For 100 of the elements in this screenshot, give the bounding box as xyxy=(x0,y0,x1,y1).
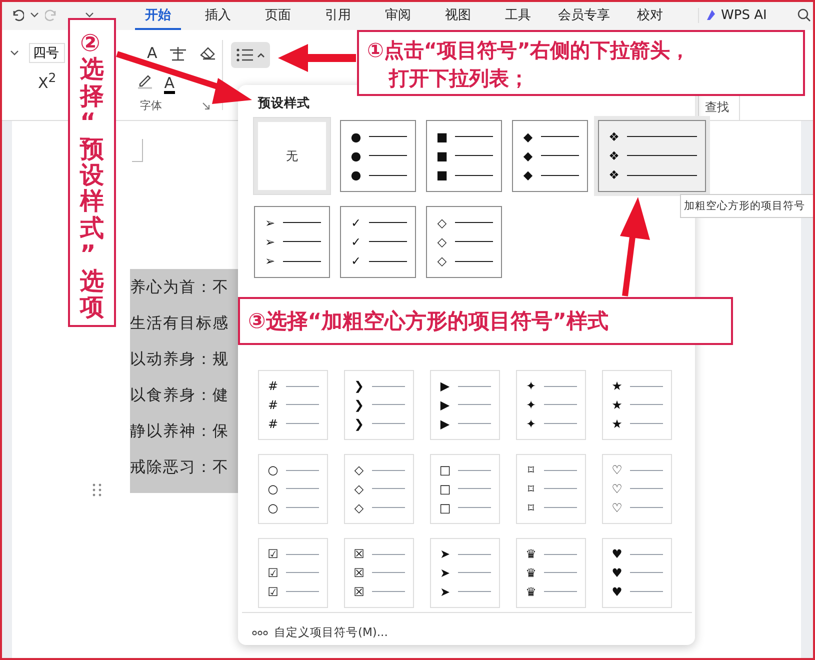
no-bullet-option[interactable]: 无 xyxy=(254,118,330,194)
bullet-style-option[interactable]: ◇ ◇ ◇ xyxy=(426,206,502,278)
bullet-style-option[interactable]: ➤ ➤ ➤ xyxy=(430,538,500,608)
bullet-style-option[interactable]: ✦ ✦ ✦ xyxy=(516,370,586,440)
paragraph-text: 戒除恶习：不 xyxy=(130,457,230,478)
caret-up-icon xyxy=(257,52,265,58)
bullet-style-option[interactable]: ♡ ♡ ♡ xyxy=(602,454,672,524)
bullet-style-option[interactable]: ✓ ✓ ✓ xyxy=(340,206,416,278)
bullet-style-option[interactable]: ⌑ ⌑ ⌑ xyxy=(516,454,586,524)
bullet-glyph: ✦ xyxy=(524,398,538,412)
bullet-glyph: ➤ xyxy=(438,566,452,580)
bullet-glyph: ❯ xyxy=(352,398,366,412)
bullet-glyph: ● xyxy=(350,168,362,182)
bullet-style-option[interactable]: ★ ★ ★ xyxy=(602,370,672,440)
ribbon-tab[interactable]: 工具 xyxy=(488,0,548,30)
bullet-list-button[interactable] xyxy=(231,42,270,68)
ribbon-tab[interactable]: 插入 xyxy=(188,0,248,30)
bullet-style-option[interactable]: □ □ □ xyxy=(430,454,500,524)
callout-box: ①点击“项目符号”右侧的下拉箭头， 打开下拉列表； xyxy=(357,30,805,96)
bullet-glyph: ✦ xyxy=(524,379,538,394)
bullet-style-option[interactable]: ◇ ◇ ◇ xyxy=(344,454,414,524)
eraser-icon[interactable] xyxy=(199,46,218,60)
customize-menu-icon[interactable] xyxy=(85,12,94,18)
search-icon[interactable] xyxy=(797,8,811,22)
bullet-glyph: ➢ xyxy=(264,216,276,230)
bullet-glyph: ◆ xyxy=(522,130,534,144)
bullet-style-option[interactable]: ☑ ☑ ☑ xyxy=(258,538,328,608)
bullet-glyph: ✓ xyxy=(350,234,362,249)
bullet-glyph: ➤ xyxy=(438,584,452,599)
ribbon-tab[interactable]: 页面 xyxy=(248,0,308,30)
bullet-glyph: ❯ xyxy=(352,416,366,431)
bullet-glyph: ◇ xyxy=(353,482,365,496)
bullet-glyph: ☑ xyxy=(266,584,280,599)
bullet-glyph: ● xyxy=(350,130,362,144)
bullet-style-option[interactable]: ➢ ➢ ➢ xyxy=(254,206,330,278)
bullet-style-option[interactable]: ○ ○ ○ xyxy=(258,454,328,524)
callout-box: ③选择“加粗空心方形的项目符号”样式 xyxy=(238,297,733,345)
tooltip: 加粗空心方形的项目符号 xyxy=(680,194,815,218)
bullet-glyph: ▶ xyxy=(439,398,451,412)
bullet-glyph: ■ xyxy=(435,130,449,144)
ribbon-tab[interactable]: 会员专享 xyxy=(548,0,620,30)
bullet-glyph: ◇ xyxy=(436,254,448,268)
bullet-glyph: ◇ xyxy=(353,463,365,478)
font-name-dropdown-icon[interactable] xyxy=(10,50,19,56)
ribbon-tab[interactable]: 审阅 xyxy=(368,0,428,30)
bullet-style-option[interactable]: ♥ ♥ ♥ xyxy=(602,538,672,608)
bullet-glyph: ⌑ xyxy=(526,482,536,496)
font-color-button[interactable]: A xyxy=(164,76,174,94)
ribbon-tab[interactable]: 视图 xyxy=(428,0,488,30)
bullet-glyph: ☒ xyxy=(352,566,366,580)
bullet-glyph: ❯ xyxy=(352,379,366,394)
paragraph-text: 生活有目标感 xyxy=(130,313,230,334)
bullet-glyph: ⌑ xyxy=(526,500,536,515)
bullet-glyph: ♡ xyxy=(610,482,624,496)
dialog-launcher-icon[interactable] xyxy=(202,102,210,110)
bullet-style-option[interactable]: ■ ■ ■ xyxy=(426,120,502,192)
bullet-style-option[interactable]: ☒ ☒ ☒ xyxy=(344,538,414,608)
bullet-glyph: ☑ xyxy=(266,566,280,580)
ai-logo-icon xyxy=(705,9,717,21)
paragraph-text: 以动养身：规 xyxy=(130,349,230,370)
bullet-glyph: ■ xyxy=(435,168,449,182)
bullet-style-option[interactable]: # # # xyxy=(258,370,328,440)
bullet-glyph: ◇ xyxy=(353,500,365,515)
superscript-button[interactable]: X$^{2}$ xyxy=(38,70,56,92)
bullet-style-option[interactable]: ▶ ▶ ▶ xyxy=(430,370,500,440)
bullet-glyph: ✦ xyxy=(524,416,538,431)
bullet-glyph: ♥ xyxy=(610,584,624,599)
ribbon-tab[interactable]: 引用 xyxy=(308,0,368,30)
bullet-glyph: ♛ xyxy=(524,547,538,562)
custom-bullet-item[interactable]: 自定义项目符号(M)... xyxy=(242,612,692,640)
bullet-glyph: ◇ xyxy=(436,216,448,230)
bullet-glyph: ○ xyxy=(266,463,280,478)
paragraph-text: 以食养身：健 xyxy=(130,385,230,406)
paragraph-text: 静以养神：保 xyxy=(130,421,230,442)
bullet-style-option[interactable]: ❯ ❯ ❯ xyxy=(344,370,414,440)
drag-handle-icon[interactable] xyxy=(92,483,102,497)
bullet-glyph: ➤ xyxy=(438,547,452,562)
bullet-glyph: ✓ xyxy=(350,254,362,268)
find-label[interactable]: 查找 xyxy=(705,99,729,116)
bullet-glyph: ☒ xyxy=(352,584,366,599)
bullet-list-icon xyxy=(236,48,254,62)
chevron-down-icon[interactable] xyxy=(30,12,39,18)
bullet-style-option[interactable]: ♛ ♛ ♛ xyxy=(516,538,586,608)
bullet-glyph: ● xyxy=(350,148,362,163)
bullet-glyph: ■ xyxy=(435,148,449,163)
bullet-style-option[interactable]: ● ● ● xyxy=(340,120,416,192)
font-size-dropdown[interactable]: 四号 xyxy=(29,43,65,63)
bullet-glyph: ♡ xyxy=(610,500,624,515)
bullet-glyph: ○ xyxy=(266,482,280,496)
bullet-style-option[interactable]: ◆ ◆ ◆ xyxy=(512,120,588,192)
more-dots-icon xyxy=(252,630,268,636)
grow-font-button[interactable]: A xyxy=(147,44,158,62)
group-label: 字体 xyxy=(140,98,162,113)
ribbon-tab[interactable]: 校对 xyxy=(620,0,680,30)
ai-tab[interactable]: WPS AI xyxy=(698,8,773,22)
bullet-glyph: □ xyxy=(438,482,452,496)
corner-mark xyxy=(132,139,143,162)
bullet-glyph: ★ xyxy=(610,398,624,412)
bullet-glyph: ▶ xyxy=(439,416,451,431)
paragraph-text: 养心为首：不 xyxy=(130,277,230,298)
